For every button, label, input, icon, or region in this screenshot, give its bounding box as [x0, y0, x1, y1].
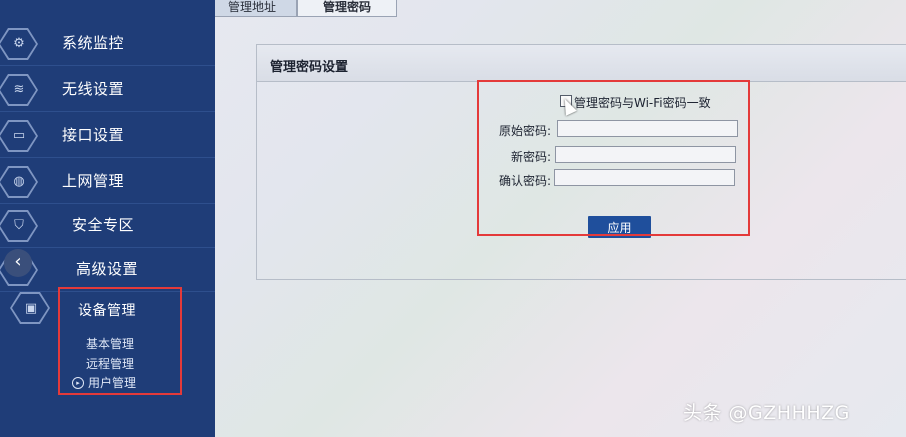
sidebar-item-system-monitor[interactable]: ⚙ 系统监控: [0, 21, 215, 66]
sidebar: ⚙ 系统监控 ≋ 无线设置 ▭ 接口设置 ◍ 上网管理 ⛉ 安全专区 ⚙ 高级设…: [0, 0, 215, 437]
sidebar-item-label: 接口设置: [62, 126, 125, 144]
chevron-left-icon[interactable]: ‹: [4, 249, 32, 277]
gear-icon: ⚙: [13, 36, 25, 51]
panel-title: 管理密码设置: [270, 60, 349, 75]
sidebar-item-wireless[interactable]: ≋ 无线设置: [0, 67, 215, 112]
highlight-box: [58, 287, 182, 395]
tab-management-address[interactable]: 管理地址: [207, 0, 297, 17]
sidebar-item-advanced[interactable]: ⚙ 高级设置: [0, 247, 215, 292]
shield-icon: ⛉: [14, 218, 24, 233]
sidebar-item-label: 系统监控: [62, 34, 125, 52]
sidebar-item-label: 安全专区: [72, 216, 135, 234]
sidebar-item-security[interactable]: ⛉ 安全专区: [0, 203, 215, 248]
sidebar-item-label: 无线设置: [62, 80, 125, 98]
watermark: 头条 @GZHHHZG: [683, 402, 850, 424]
sidebar-item-label: 上网管理: [62, 172, 125, 190]
form-highlight-box: [477, 80, 750, 236]
tab-management-password[interactable]: 管理密码: [297, 0, 397, 17]
wifi-icon: ≋: [13, 82, 25, 97]
device-management-icon: ▣: [24, 301, 38, 316]
globe-icon: ◍: [13, 174, 25, 189]
sidebar-item-interface[interactable]: ▭ 接口设置: [0, 113, 215, 158]
sidebar-item-internet[interactable]: ◍ 上网管理: [0, 159, 215, 204]
interface-icon: ▭: [12, 128, 26, 143]
sidebar-item-label: 高级设置: [76, 260, 139, 278]
panel-header: 管理密码设置: [257, 45, 906, 82]
